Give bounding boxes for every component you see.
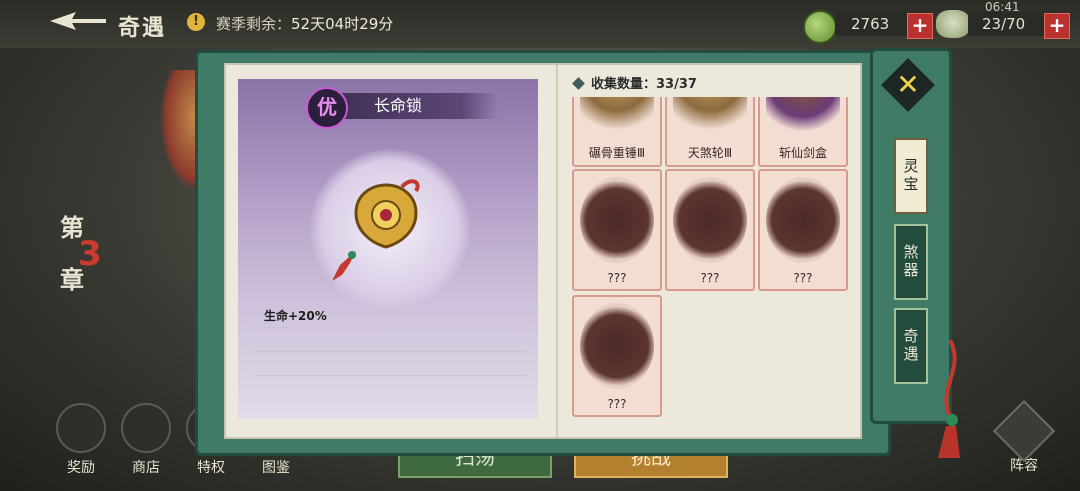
back-arrow-icon[interactable] xyxy=(48,10,108,32)
divider xyxy=(254,375,526,376)
add-coins-button[interactable]: + xyxy=(907,13,933,39)
longevity-lock-icon xyxy=(354,179,420,249)
tassel-icon xyxy=(332,251,356,281)
tassel-rope-icon xyxy=(938,340,960,458)
item-detail-panel: 长命锁 优 生命+20% xyxy=(238,79,538,419)
sword-box-icon xyxy=(766,97,840,139)
chapter-label: 第 3 章 xyxy=(60,214,102,294)
stamina-icon xyxy=(936,10,970,38)
chest-icon xyxy=(56,403,106,453)
book-pages: 长命锁 优 生命+20% 收集数量：33/37 碾骨重锤Ⅲ 天煞轮Ⅲ 斩仙剑盒 … xyxy=(224,63,862,439)
collection-card[interactable]: 碾骨重锤Ⅲ xyxy=(572,97,662,167)
silhouette-icon xyxy=(580,177,654,263)
collection-card-locked[interactable]: ??? xyxy=(665,169,755,291)
collection-book: 长命锁 优 生命+20% 收集数量：33/37 碾骨重锤Ⅲ 天煞轮Ⅲ 斩仙剑盒 … xyxy=(195,50,891,456)
book-spine xyxy=(556,65,558,437)
divider xyxy=(254,351,526,352)
divider xyxy=(254,327,526,328)
item-stat: 生命+20% xyxy=(264,309,327,323)
warning-icon[interactable]: ! xyxy=(187,13,205,31)
close-icon[interactable]: ✕ xyxy=(889,66,927,104)
season-timer: 赛季剩余：52天04时29分 xyxy=(216,15,394,33)
collection-card-locked[interactable]: ??? xyxy=(758,169,848,291)
diamond-icon xyxy=(572,77,585,90)
coin-icon xyxy=(803,10,837,44)
lineup-button[interactable]: 阵容 xyxy=(992,399,1056,475)
tab-lingbao[interactable]: 灵宝 xyxy=(894,138,928,214)
collection-count: 收集数量：33/37 xyxy=(572,73,697,92)
collection-card[interactable]: 斩仙剑盒 xyxy=(758,97,848,167)
collection-card[interactable]: 天煞轮Ⅲ xyxy=(665,97,755,167)
collection-card-locked[interactable]: ??? xyxy=(572,295,662,417)
page-title: 奇遇 xyxy=(118,16,167,41)
silhouette-icon xyxy=(673,177,747,263)
bone-hammer-icon xyxy=(580,97,654,139)
tab-shaqi[interactable]: 煞器 xyxy=(894,224,928,300)
flag-icon xyxy=(992,399,1056,463)
quality-badge: 优 xyxy=(306,87,348,129)
wheel-icon xyxy=(673,97,747,139)
tab-qiyu[interactable]: 奇遇 xyxy=(894,308,928,384)
nav-rewards[interactable]: 奖励 xyxy=(51,403,111,477)
collection-card-locked[interactable]: ??? xyxy=(572,169,662,291)
nav-shop[interactable]: 商店 xyxy=(116,403,176,477)
shop-icon xyxy=(121,403,171,453)
add-stamina-button[interactable]: + xyxy=(1044,13,1070,39)
silhouette-icon xyxy=(766,177,840,263)
collection-grid[interactable]: 碾骨重锤Ⅲ 天煞轮Ⅲ 斩仙剑盒 ??? ??? ??? ??? xyxy=(572,97,852,427)
silhouette-icon xyxy=(580,303,654,389)
